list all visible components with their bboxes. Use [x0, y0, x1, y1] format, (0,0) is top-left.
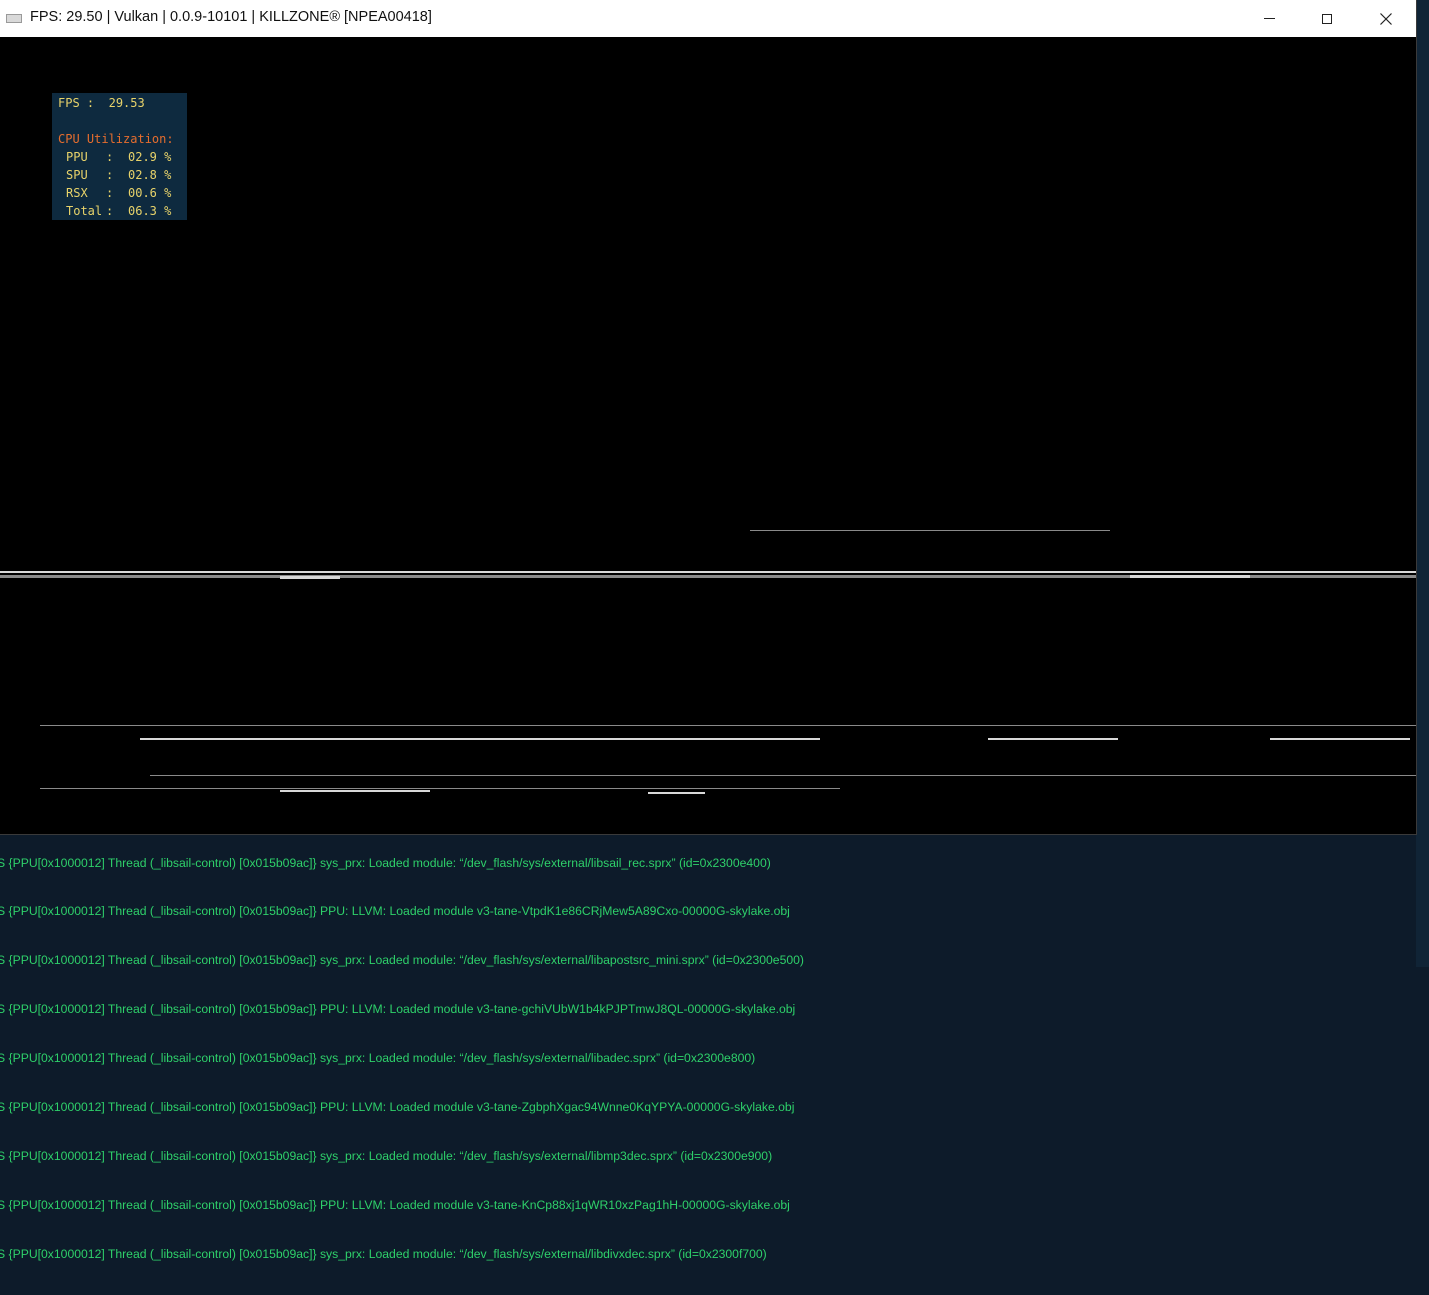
minimize-icon	[1263, 18, 1275, 19]
game-render-area[interactable]: FPS : 29.53 CPU Utilization: PPU:02.9 % …	[0, 37, 1416, 834]
cpu-row-sep: :	[106, 150, 114, 164]
performance-overlay: FPS : 29.53 CPU Utilization: PPU:02.9 % …	[52, 93, 187, 220]
log-line: S {PPU[0x1000012] Thread (_libsail-contr…	[0, 1246, 767, 1261]
log-line: S {PPU[0x1000012] Thread (_libsail-contr…	[0, 1002, 796, 1017]
render-artifact	[140, 738, 820, 740]
render-artifact	[988, 738, 1118, 740]
cpu-utilization-title: CPU Utilization:	[58, 132, 174, 146]
log-line: S {PPU[0x1000012] Thread (_libsail-contr…	[0, 1100, 795, 1115]
fps-value: 29.53	[108, 96, 145, 110]
cpu-row-rsx: RSX:00.6 %	[66, 185, 171, 203]
cpu-row-sep: :	[106, 168, 114, 182]
maximize-icon	[1322, 13, 1332, 24]
cpu-row-sep: :	[106, 186, 114, 200]
log-lines: S {PPU[0x1000012] Thread (_libsail-contr…	[0, 822, 1429, 1295]
cpu-row-sep: :	[106, 204, 114, 218]
cpu-row-value: 02.9 %	[128, 150, 172, 164]
render-artifact	[1270, 738, 1410, 740]
fps-label: FPS	[58, 96, 80, 110]
cpu-row-label: PPU	[66, 150, 88, 164]
rpcs3-app-icon	[6, 14, 22, 23]
log-line: S {PPU[0x1000012] Thread (_libsail-contr…	[0, 1148, 773, 1163]
render-artifact	[0, 571, 1416, 573]
render-artifact	[648, 792, 705, 794]
log-line: S {PPU[0x1000012] Thread (_libsail-contr…	[0, 1197, 790, 1212]
render-artifact	[1130, 575, 1250, 578]
window-title: FPS: 29.50 | Vulkan | 0.0.9-10101 | KILL…	[30, 9, 432, 25]
game-window[interactable]: FPS: 29.50 | Vulkan | 0.0.9-10101 | KILL…	[0, 0, 1416, 834]
maximize-button[interactable]	[1298, 0, 1356, 37]
cpu-row-value: 06.3 %	[128, 204, 172, 218]
cpu-row-label: RSX	[66, 186, 88, 200]
log-line: S {PPU[0x1000012] Thread (_libsail-contr…	[0, 855, 771, 870]
cpu-row-label: SPU	[66, 168, 88, 182]
minimize-button[interactable]	[1240, 0, 1298, 37]
render-artifact	[280, 790, 430, 792]
cpu-row-value: 02.8 %	[128, 168, 172, 182]
render-artifact	[150, 775, 1416, 776]
cpu-row-total: Total:06.3 %	[66, 203, 171, 221]
render-artifact	[40, 725, 1416, 726]
log-line: S {PPU[0x1000012] Thread (_libsail-contr…	[0, 904, 790, 919]
fps-sep: :	[86, 96, 95, 110]
title-bar[interactable]: FPS: 29.50 | Vulkan | 0.0.9-10101 | KILL…	[0, 0, 1416, 38]
close-button[interactable]	[1357, 0, 1415, 37]
log-line: S {PPU[0x1000012] Thread (_libsail-contr…	[0, 1051, 756, 1066]
cpu-row-value: 00.6 %	[128, 186, 172, 200]
fps-readout: FPS : 29.53	[58, 95, 145, 113]
render-artifact	[750, 530, 1110, 531]
close-icon	[1380, 12, 1392, 25]
cpu-row-spu: SPU:02.8 %	[66, 167, 171, 185]
cpu-row-label: Total	[66, 204, 103, 218]
cpu-row-ppu: PPU:02.9 %	[66, 149, 171, 167]
render-artifact	[280, 576, 340, 579]
render-artifact	[40, 788, 840, 789]
log-line: S {PPU[0x1000012] Thread (_libsail-contr…	[0, 953, 804, 968]
